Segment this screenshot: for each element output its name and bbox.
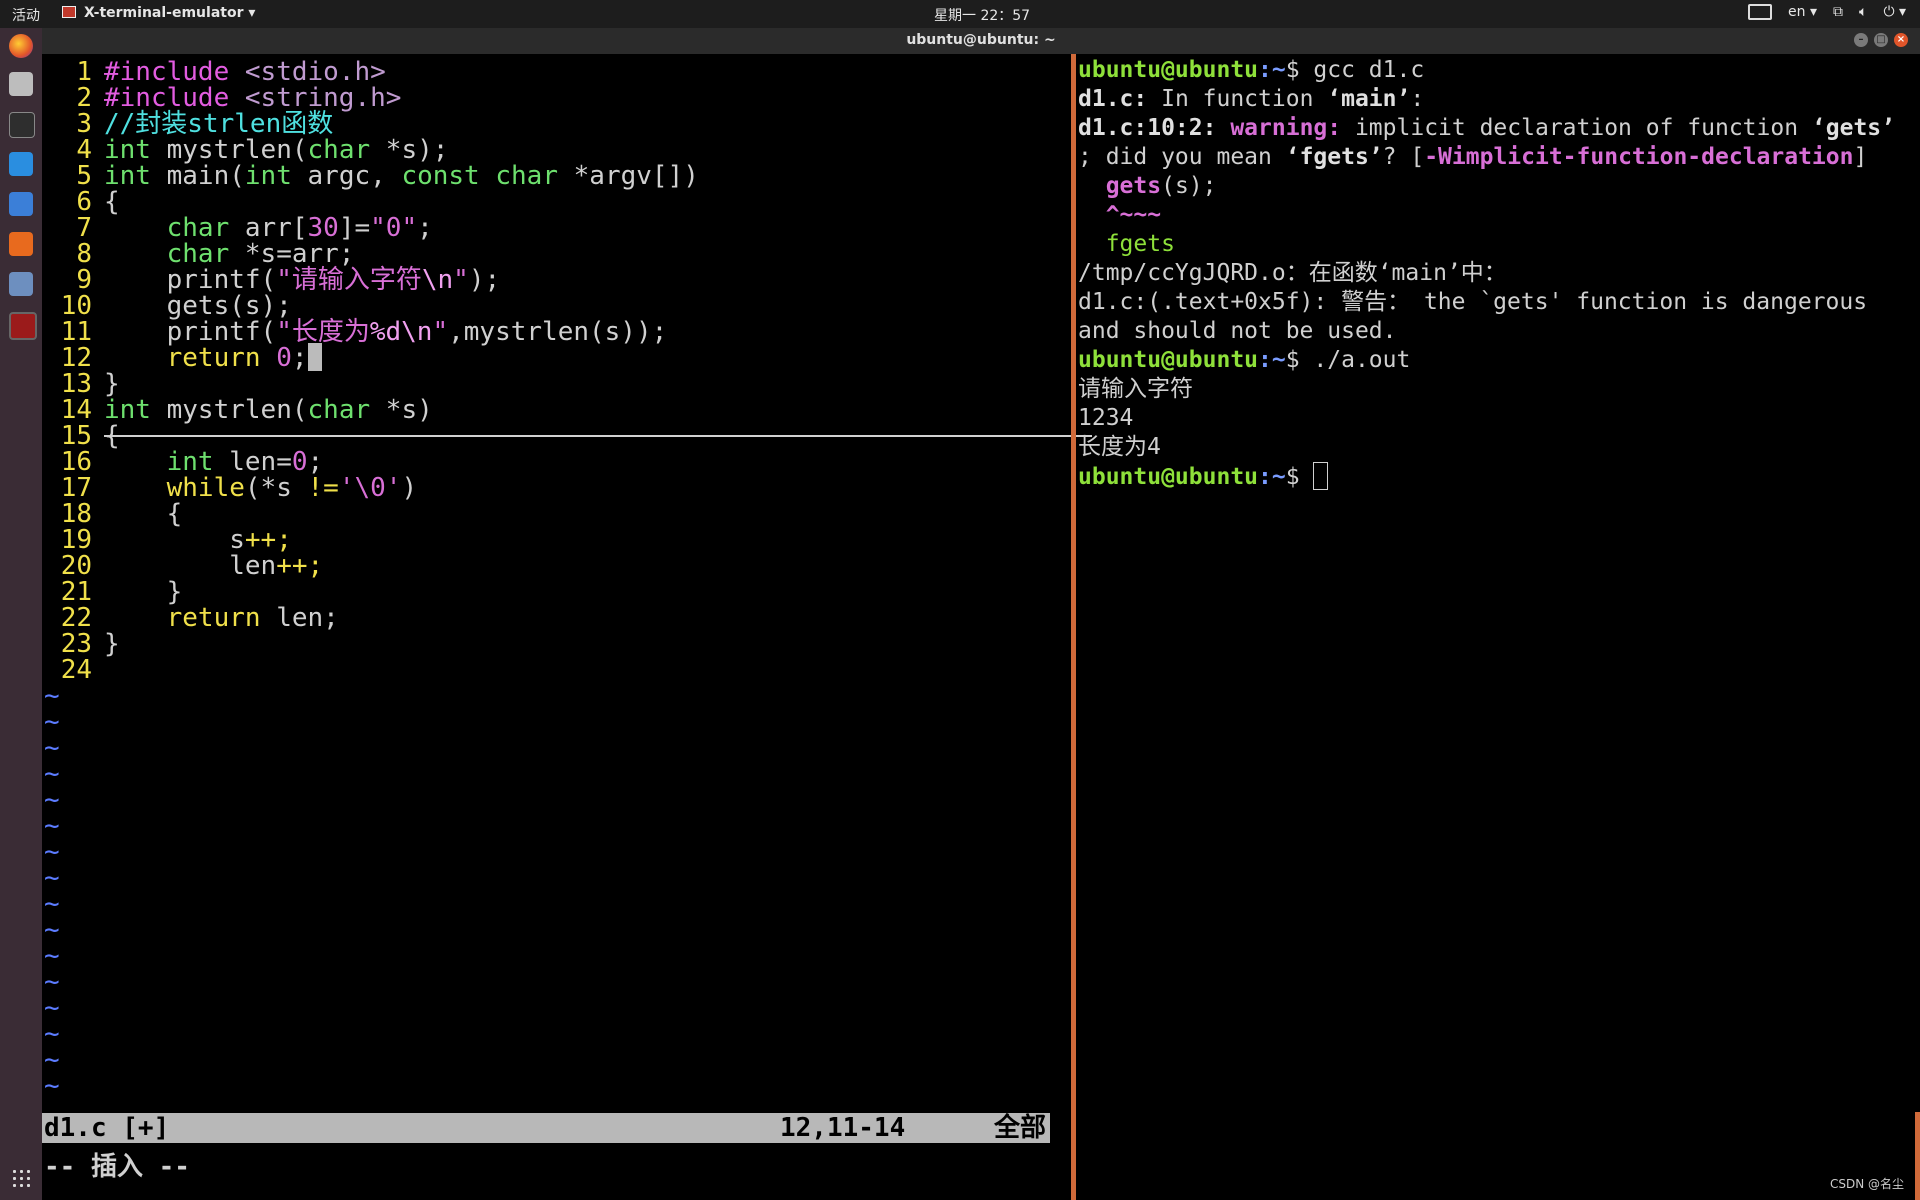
output-line: /tmp/ccYgJQRD.o：在函数‘main’中： [1078, 260, 1507, 286]
output-line: ^~~~ [1078, 202, 1162, 228]
maximize-icon[interactable]: □ [1874, 33, 1888, 47]
vc-app-icon[interactable] [9, 192, 33, 216]
prompt-line: ubuntu@ubuntu:~$ ./a.out [1078, 347, 1411, 373]
software-center-icon[interactable] [9, 232, 33, 256]
output-line: and should not be used. [1078, 318, 1397, 344]
show-apps-icon[interactable] [11, 1168, 31, 1188]
settings-icon[interactable] [9, 272, 33, 296]
output-line: ; did you mean ‘fgets’? [-Wimplicit-func… [1078, 144, 1868, 170]
status-filename: d1.c [+] [44, 1113, 170, 1143]
vim-mode-indicator: -- 插入 -- [44, 1152, 190, 1182]
terminal-cursor [1313, 462, 1329, 490]
output-line: d1.c:10:2: warning: implicit declaration… [1078, 115, 1896, 141]
window-title: ubuntu@ubuntu: ~ [906, 32, 1056, 48]
output-line: d1.c: In function ‘main’: [1078, 86, 1425, 112]
dock [0, 28, 42, 1200]
output-line: fgets [1078, 231, 1175, 257]
activities-button[interactable]: 活动 [12, 5, 40, 25]
cursor-line-underline [104, 435, 1092, 437]
vim-status-line: d1.c [+] 12,11-14 全部 [42, 1113, 1050, 1143]
top-bar: 活动 X-terminal-emulator ▾ 星期一 22：57 en ▾ … [0, 0, 1920, 28]
scroll-indicator[interactable] [1915, 1112, 1920, 1200]
power-icon[interactable]: ⏻ ▾ [1883, 4, 1906, 20]
terminal-title-bar: ubuntu@ubuntu: ~ – □ × [42, 28, 1920, 54]
output-line: d1.c:(.text+0x5f): 警告： the `gets' functi… [1078, 289, 1868, 315]
vim-editor-pane[interactable]: 1 #include <stdio.h> 2 #include <string.h>… [42, 54, 1092, 1200]
output-line: 请输入字符 [1078, 376, 1193, 402]
x-terminal-icon[interactable] [9, 312, 37, 340]
app-menu[interactable]: X-terminal-emulator ▾ [62, 5, 255, 21]
output-line: gets(s); [1078, 173, 1217, 199]
text-cursor [307, 343, 322, 371]
status-scroll: 全部 [993, 1113, 1046, 1143]
app-name: X-terminal-emulator [84, 5, 244, 21]
network-icon[interactable]: ⧉ [1833, 4, 1843, 20]
volume-icon[interactable]: 🔈︎ [1859, 4, 1867, 20]
keyboard-icon[interactable] [1748, 4, 1773, 20]
vscode-icon[interactable] [9, 152, 33, 176]
status-cursor-position: 12,11-14 [780, 1113, 906, 1143]
watermark: CSDN @名尘 [1829, 1177, 1904, 1191]
shell-pane[interactable]: ubuntu@ubuntu:~$ gcc d1.c d1.c: In funct… [1078, 54, 1920, 1200]
language-indicator[interactable]: en ▾ [1788, 4, 1817, 20]
language-label: en [1788, 4, 1806, 20]
files-icon[interactable] [9, 72, 33, 96]
minimize-icon[interactable]: – [1854, 33, 1868, 47]
empty-line-marker: ~ [44, 1071, 60, 1101]
pane-divider[interactable] [1071, 54, 1076, 1200]
prompt-line: ubuntu@ubuntu:~$ [1078, 462, 1329, 491]
close-icon[interactable]: × [1894, 33, 1908, 47]
clock[interactable]: 星期一 22：57 [934, 5, 1030, 25]
output-line: 1234 [1078, 405, 1134, 431]
system-tray: en ▾ ⧉ 🔈︎ ⏻ ▾ [1748, 4, 1906, 20]
output-line: 长度为4 [1078, 434, 1161, 460]
terminal-app-icon [62, 6, 76, 18]
terminal-icon[interactable] [9, 112, 35, 138]
prompt-line: ubuntu@ubuntu:~$ gcc d1.c [1078, 57, 1425, 83]
firefox-icon[interactable] [9, 34, 33, 58]
